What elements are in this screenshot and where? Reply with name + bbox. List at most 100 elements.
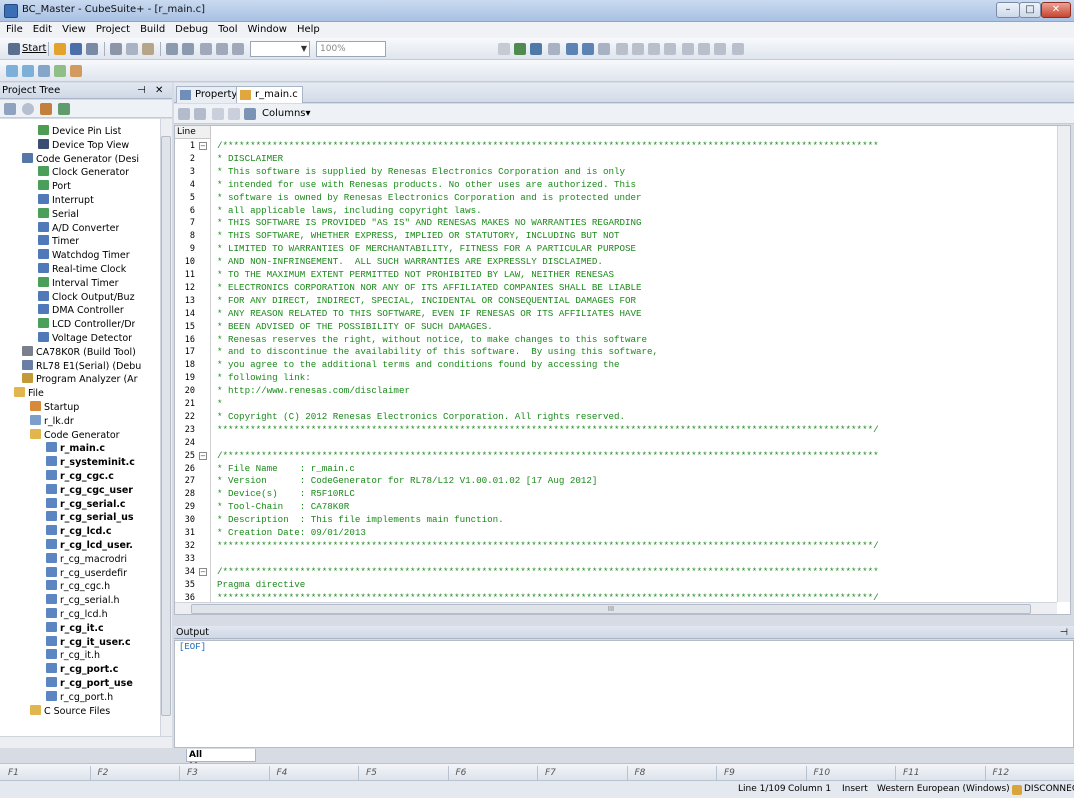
output-panel[interactable]: [EOF] (174, 640, 1074, 748)
unindent-icon[interactable] (194, 108, 206, 120)
tree-item[interactable]: r_cg_cgc_user (46, 483, 133, 497)
build-tool-icon[interactable] (548, 43, 560, 55)
code-line[interactable]: * ANY REASON RELATED TO THIS SOFTWARE, E… (217, 308, 642, 319)
tree-item[interactable]: r_cg_port.h (46, 690, 113, 704)
tree-item[interactable]: r_main.c (46, 442, 105, 455)
search-combo[interactable]: ▼ (250, 41, 310, 57)
start-button[interactable]: Start (22, 41, 46, 57)
project-tree-scroll-thumb[interactable] (161, 136, 171, 716)
restart-icon[interactable] (648, 43, 660, 55)
code-line[interactable]: * THIS SOFTWARE, WHETHER EXPRESS, IMPLIE… (217, 231, 619, 241)
editor-hscrollbar[interactable]: III (175, 602, 1057, 614)
pin-icon[interactable]: ⊣ (137, 83, 146, 99)
menu-build[interactable]: Build (134, 22, 169, 35)
tree-item[interactable]: r_cg_lcd.h (46, 608, 108, 621)
find-in-files-icon[interactable] (216, 43, 228, 55)
tab-property[interactable]: Property (176, 86, 243, 103)
menu-help[interactable]: Help (291, 22, 324, 35)
bookmark-list-icon[interactable] (54, 65, 66, 77)
maximize-button[interactable]: □ (1019, 2, 1041, 18)
tree-item[interactable]: Watchdog Timer (38, 249, 130, 262)
function-key-8[interactable]: F8 (635, 766, 646, 780)
build-icon[interactable] (514, 43, 526, 55)
tree-item[interactable]: Device Pin List (38, 125, 121, 138)
tree-item[interactable]: r_cg_userdefir (46, 566, 127, 580)
tree-item[interactable]: r_cg_macrodri (46, 552, 127, 566)
code-editor[interactable]: Line 1−2 3 4 5 6 7 8 9 10 11 12 13 14 15 16 17 18 19 20 21 2… (174, 125, 1071, 615)
code-line[interactable]: * and to discontinue the availability of… (217, 347, 658, 357)
zoom-combo[interactable]: 100% (316, 41, 386, 57)
code-line[interactable]: ****************************************… (217, 540, 879, 551)
code-line[interactable]: * http://www.renesas.com/disclaimer (217, 385, 410, 396)
step-over-icon[interactable] (682, 43, 694, 55)
fold-toggle[interactable]: − (199, 567, 207, 576)
refresh-icon[interactable] (58, 103, 70, 115)
forward-icon[interactable] (244, 108, 256, 120)
add-icon[interactable] (4, 103, 16, 115)
tree-item[interactable]: r_cg_serial.c (46, 497, 126, 511)
tree-item[interactable]: LCD Controller/Dr (38, 318, 135, 331)
save-icon[interactable] (70, 43, 82, 55)
tree-item[interactable]: A/D Converter (38, 221, 119, 235)
function-key-7[interactable]: F7 (545, 766, 556, 780)
function-key-11[interactable]: F11 (903, 766, 920, 780)
user-icon[interactable] (40, 103, 52, 115)
code-line[interactable]: * File Name : r_main.c (217, 463, 355, 474)
minimize-button[interactable]: – (996, 2, 1020, 18)
tree-item[interactable]: File (14, 387, 44, 400)
tree-item[interactable]: Port (38, 180, 71, 193)
redo-icon[interactable] (182, 43, 194, 55)
code-line[interactable]: * DISCLAIMER (217, 153, 283, 164)
project-tree-hscrollbar[interactable] (0, 736, 172, 748)
tree-item[interactable]: Real-time Clock (38, 263, 126, 276)
disconnect-icon[interactable] (598, 43, 610, 55)
step-out-icon[interactable] (698, 43, 710, 55)
tree-item[interactable]: RL78 E1(Serial) (Debu (22, 359, 141, 373)
back-icon[interactable] (228, 108, 240, 120)
code-line[interactable]: * Renesas reserves the right, without no… (217, 334, 647, 345)
code-line[interactable]: /***************************************… (217, 450, 879, 461)
tree-item[interactable]: r_cg_lcd_user. (46, 539, 133, 552)
code-line[interactable]: * all applicable laws, including copyrig… (217, 205, 482, 216)
code-line[interactable]: * ELECTRONICS CORPORATION NOR ANY OF ITS… (217, 282, 642, 293)
tree-item[interactable]: r_cg_port_use (46, 677, 133, 690)
return-icon[interactable] (714, 43, 726, 55)
download-icon[interactable] (566, 43, 578, 55)
tree-item[interactable]: Startup (30, 401, 79, 414)
properties-icon[interactable] (22, 103, 34, 115)
new-project-icon[interactable] (54, 43, 66, 55)
code-line[interactable]: ****************************************… (217, 424, 879, 435)
pin-icon[interactable]: ⊣ (1060, 626, 1068, 639)
download-debug-icon[interactable] (582, 43, 594, 55)
tree-item[interactable]: r_lk.dr (30, 414, 74, 428)
function-key-3[interactable]: F3 (187, 766, 198, 780)
function-key-1[interactable]: F1 (8, 766, 19, 780)
code-line[interactable]: * This software is supplied by Renesas E… (217, 166, 625, 177)
step-in-icon[interactable] (664, 43, 676, 55)
undo-icon[interactable] (166, 43, 178, 55)
tree-item[interactable]: r_cg_serial_us (46, 511, 134, 524)
tree-item[interactable]: r_cg_it.h (46, 649, 100, 662)
code-line[interactable]: * LIMITED TO WARRANTIES OF MERCHANTABILI… (217, 243, 636, 254)
code-line[interactable]: * Version : CodeGenerator for RL78/L12 V… (217, 476, 597, 486)
menu-window[interactable]: Window (242, 22, 291, 35)
code-line[interactable]: * TO THE MAXIMUM EXTENT PERMITTED NOT PR… (217, 269, 614, 280)
bookmark-next-icon[interactable] (22, 65, 34, 77)
tree-item[interactable]: Clock Generator (38, 166, 129, 179)
function-key-12[interactable]: F12 (993, 766, 1010, 780)
tree-item[interactable]: r_cg_serial.h (46, 594, 120, 607)
editor-hscroll-thumb[interactable]: III (191, 604, 1031, 614)
function-key-6[interactable]: F6 (456, 766, 467, 780)
indent-icon[interactable] (178, 108, 190, 120)
menu-debug[interactable]: Debug (169, 22, 212, 35)
close-button[interactable]: ✕ (1041, 2, 1071, 18)
code-line[interactable]: * (217, 398, 223, 409)
tree-item[interactable]: r_cg_cgc.h (46, 580, 110, 593)
tree-item[interactable]: C Source Files (30, 704, 110, 718)
code-line[interactable]: * following link: (217, 372, 311, 383)
menu-project[interactable]: Project (90, 22, 134, 35)
paste-icon[interactable] (142, 43, 154, 55)
code-line[interactable]: * Device(s) : R5F10RLC (217, 489, 355, 499)
code-line[interactable]: * THIS SOFTWARE IS PROVIDED "AS IS" AND … (217, 218, 642, 228)
close-panel-icon[interactable]: ✕ (155, 83, 163, 99)
